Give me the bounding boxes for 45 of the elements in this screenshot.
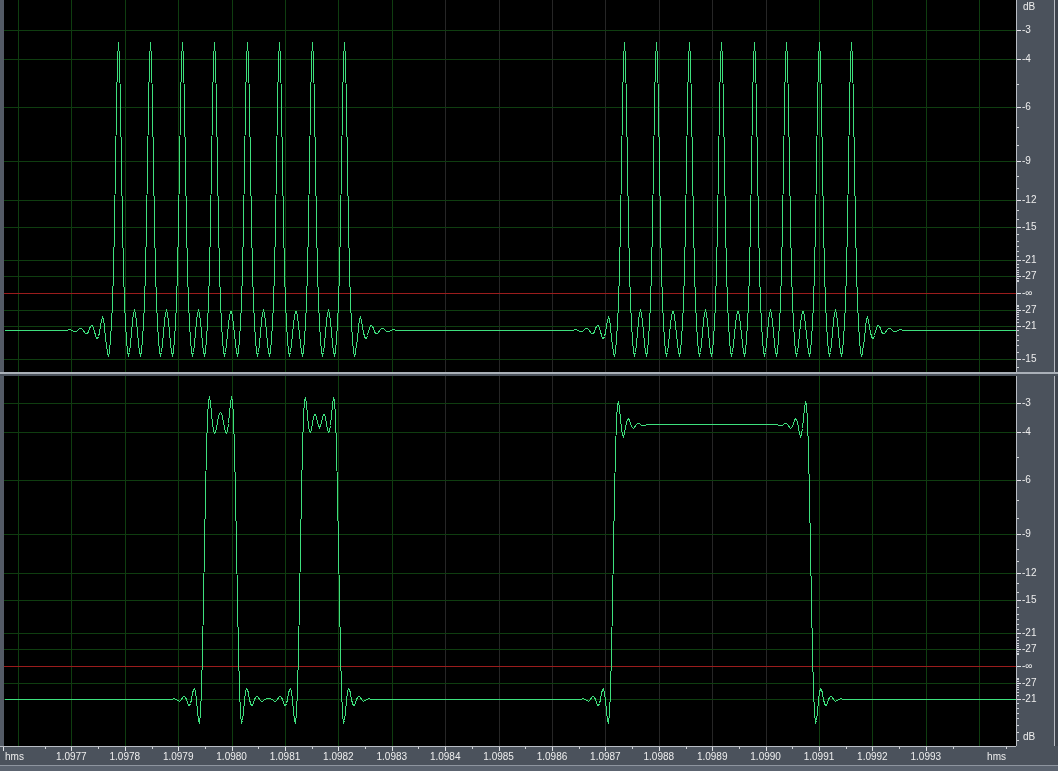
db-scale-label: -9 — [1022, 155, 1031, 167]
time-scale-label: 1.0977 — [56, 751, 87, 763]
db-scale-label: -3 — [1022, 24, 1031, 36]
time-scale-label: 1.0993 — [910, 751, 942, 763]
time-scale-label: 1.0990 — [750, 751, 781, 763]
db-scale-label: -∞ — [1022, 287, 1033, 299]
db-scale-label: -9 — [1022, 528, 1031, 540]
db-scale-label: -27 — [1022, 677, 1037, 689]
time-scale-label: 1.0978 — [109, 751, 141, 763]
db-scale-label: -21 — [1022, 693, 1037, 705]
db-scale-label: -6 — [1022, 101, 1031, 113]
time-scale-label: 1.0980 — [216, 751, 247, 763]
db-scale-label: -12 — [1022, 194, 1037, 206]
db-scale-label: -∞ — [1022, 660, 1033, 672]
db-scale-label: -21 — [1022, 254, 1037, 266]
time-scale-label: 1.0988 — [643, 751, 675, 763]
db-scale-label: -21 — [1022, 627, 1037, 639]
time-scale-label: 1.0982 — [323, 751, 354, 763]
time-unit-label: hms — [5, 751, 24, 763]
waveform-drawing[interactable] — [4, 0, 1016, 372]
time-scale-label: 1.0981 — [269, 751, 301, 763]
db-scale-label: -27 — [1022, 270, 1037, 282]
db-scale-label: -21 — [1022, 320, 1037, 332]
db-scale-label: -6 — [1022, 474, 1031, 486]
db-scale-label: -15 — [1022, 353, 1037, 365]
db-scale-label: -15 — [1022, 221, 1037, 233]
db-scale-label: -4 — [1022, 53, 1031, 65]
db-scale-label: -27 — [1022, 643, 1037, 655]
time-scale-label: 1.0979 — [162, 751, 194, 763]
db-unit-label: dB — [1023, 731, 1036, 743]
time-scale-label: 1.0987 — [590, 751, 621, 763]
time-unit-label: hms — [987, 751, 1006, 763]
time-scale-label: 1.0991 — [803, 751, 835, 763]
db-scale-label: -12 — [1022, 567, 1037, 579]
time-scale-label: 1.0984 — [429, 751, 461, 763]
time-scale-label: 1.0986 — [536, 751, 568, 763]
db-scale-label: -27 — [1022, 304, 1037, 316]
time-scale-label: 1.0989 — [696, 751, 728, 763]
db-scale-label: -4 — [1022, 426, 1031, 438]
db-unit-label: dB — [1023, 1, 1036, 13]
time-scale-label: 1.0985 — [483, 751, 514, 763]
time-scale-label: 1.0983 — [376, 751, 408, 763]
time-scale-label: 1.0992 — [857, 751, 888, 763]
db-scale-label: -15 — [1022, 594, 1037, 606]
db-scale-label: -3 — [1022, 397, 1031, 409]
